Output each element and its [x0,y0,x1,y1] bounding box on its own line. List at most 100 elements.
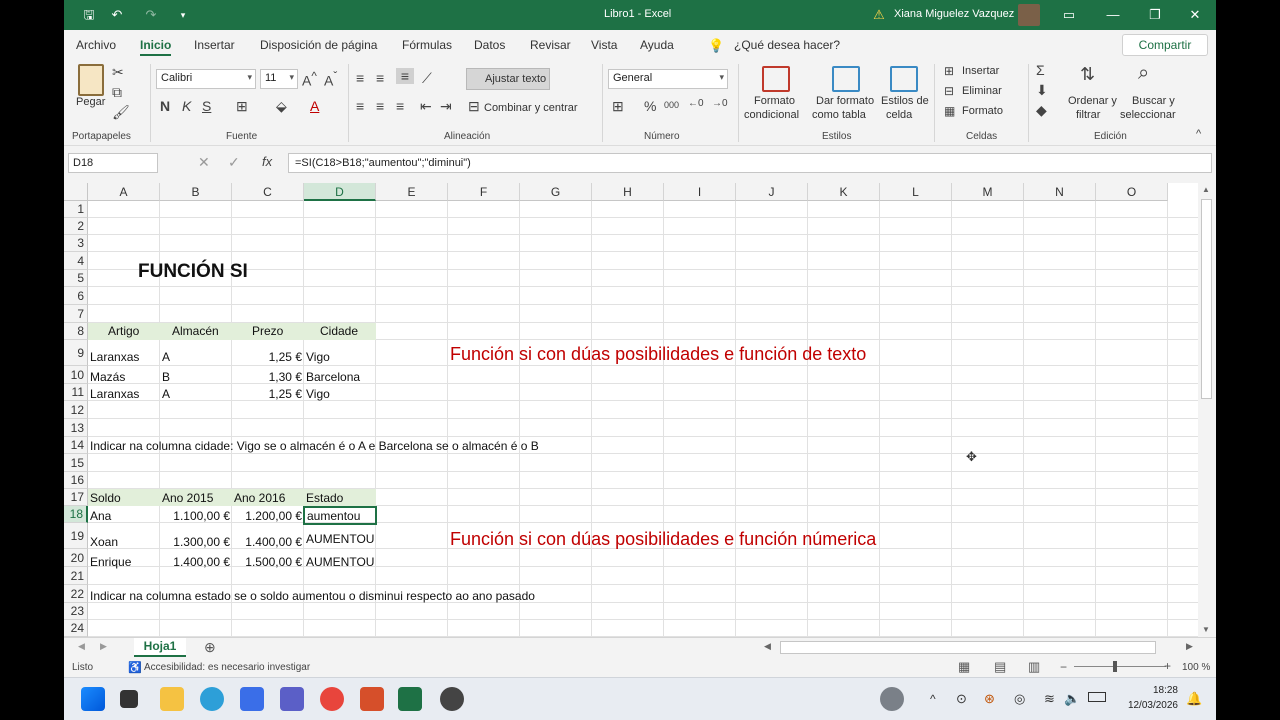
fill-icon[interactable]: ⬇ [1036,82,1048,99]
align-bottom-icon[interactable]: ≡ [396,68,414,84]
cell-c18[interactable]: 1.200,00 € [232,509,304,523]
row-header-23[interactable]: 23 [64,603,88,620]
row-header-19[interactable]: 19 [64,523,88,549]
cell-styles-icon[interactable] [890,66,918,92]
autosum-icon[interactable]: Σ [1036,62,1045,78]
cell-c19[interactable]: 1.400,00 € [232,535,304,549]
cell-d19[interactable]: AUMENTOU [304,532,376,546]
cell-d9[interactable]: Vigo [304,350,332,364]
merge-center-button[interactable]: Combinar y centrar [484,102,578,114]
minimize-icon[interactable]: — [1104,6,1122,24]
column-header-m[interactable]: M [952,183,1024,201]
accessibility-icon[interactable]: ♿ [128,661,142,674]
vertical-scrollbar[interactable]: ▲ ▼ [1198,183,1216,637]
tab-formulas[interactable]: Fórmulas [402,38,452,52]
cond-format-label-2[interactable]: condicional [744,109,799,121]
align-center-icon[interactable]: ≡ [376,98,384,114]
app-icon[interactable] [360,687,384,711]
store-icon[interactable] [240,687,264,711]
notification-icon[interactable]: 🔔 [1186,691,1202,707]
edge-icon[interactable] [200,687,224,711]
number-format-dropdown[interactable]: General [608,69,728,89]
column-header-b[interactable]: B [160,183,232,201]
format-cells-button[interactable]: Formato [962,105,1003,117]
cell-d11[interactable]: Vigo [304,387,332,401]
column-header-l[interactable]: L [880,183,952,201]
cell-c20[interactable]: 1.500,00 € [232,555,304,569]
cell-d17[interactable]: Estado [304,491,345,505]
add-sheet-icon[interactable]: ⊕ [204,639,216,656]
cell-a20[interactable]: Enrique [88,555,133,569]
scroll-down-icon[interactable]: ▼ [1202,625,1210,634]
cell-a11[interactable]: Laranxas [88,387,141,401]
excel-taskbar-icon[interactable] [398,687,422,711]
cell-b18[interactable]: 1.100,00 € [160,509,232,523]
copy-icon[interactable]: ⧉ [112,84,122,101]
cell-b9[interactable]: A [160,350,172,364]
tray-chevron-icon[interactable]: ^ [930,692,936,706]
row-header-13[interactable]: 13 [64,419,88,437]
accessibility-status[interactable]: Accesibilidad: es necesario investigar [144,662,310,673]
column-header-j[interactable]: J [736,183,808,201]
row-header-5[interactable]: 5 [64,270,88,287]
row-header-9[interactable]: 9 [64,340,88,366]
select-all-corner[interactable] [64,183,88,201]
currency-icon[interactable]: ⊞ [612,98,624,115]
column-header-o[interactable]: O [1096,183,1168,201]
find-label-2[interactable]: seleccionar [1120,109,1176,121]
tab-insertar[interactable]: Insertar [194,38,235,52]
zoom-out-icon[interactable]: − [1060,660,1067,674]
user-name[interactable]: Xiana Miguelez Vazquez [894,8,1014,20]
zoom-slider[interactable] [1074,666,1166,667]
cell-c9[interactable]: 1,25 € [232,350,304,364]
cell-a9[interactable]: Laranxas [88,350,141,364]
fill-color-icon[interactable]: ⬙ [276,98,287,115]
percent-icon[interactable]: % [644,98,656,114]
row-header-11[interactable]: 11 [64,384,88,401]
collapse-ribbon-icon[interactable]: ^ [1196,128,1201,140]
increase-font-icon[interactable]: A^ [302,70,317,89]
cell-c10[interactable]: 1,30 € [232,370,304,384]
worksheet-grid[interactable]: ABCDEFGHIJKLMNO 1 2 3 4 5 6 7 8 9 10 11 12 13 14 15 16 1… [64,183,1198,637]
cell-b8[interactable]: Almacén [170,324,221,338]
align-middle-icon[interactable]: ≡ [376,70,384,86]
table-format-label-2[interactable]: como tabla [812,109,866,121]
row-header-15[interactable]: 15 [64,454,88,472]
italic-button[interactable]: K [182,98,191,114]
conditional-format-icon[interactable] [762,66,790,92]
borders-icon[interactable]: ⊞ [236,98,248,115]
cell-d10[interactable]: Barcelona [304,370,362,384]
row-header-14[interactable]: 14 [64,437,88,454]
sheet-tab-hoja1[interactable]: Hoja1 [134,638,186,657]
delete-cells-button[interactable]: Eliminar [962,85,1002,97]
find-select-icon[interactable]: ⌕ [1138,62,1149,85]
insert-cells-button[interactable]: Insertar [962,65,999,77]
customize-toolbar-icon[interactable]: ▾ [174,6,192,24]
tab-datos[interactable]: Datos [474,38,505,52]
row-header-24[interactable]: 24 [64,620,88,637]
format-cells-icon[interactable]: ▦ [944,104,955,118]
redo-icon[interactable]: ↷ [142,6,160,24]
row-header-3[interactable]: 3 [64,235,88,252]
paste-label[interactable]: Pegar [76,96,105,108]
column-header-g[interactable]: G [520,183,592,201]
share-button[interactable]: Compartir [1122,34,1208,56]
cell-a17[interactable]: Soldo [88,491,123,505]
cell-b17[interactable]: Ano 2015 [160,491,215,505]
column-header-c[interactable]: C [232,183,304,201]
clear-icon[interactable]: ◆ [1036,102,1047,119]
cell-c11[interactable]: 1,25 € [232,387,304,401]
zoom-level[interactable]: 100 % [1182,662,1210,673]
increase-indent-icon[interactable]: ⇥ [440,98,452,115]
tab-archivo[interactable]: Archivo [76,38,116,52]
table-format-label-1[interactable]: Dar formato [816,95,874,107]
row-header-21[interactable]: 21 [64,567,88,585]
column-header-k[interactable]: K [808,183,880,201]
orientation-icon[interactable]: ⟋ [422,70,432,87]
hscroll-left-icon[interactable]: ◀ [764,641,771,652]
decrease-font-icon[interactable]: Aˇ [324,70,337,89]
start-icon[interactable] [81,687,105,711]
column-header-h[interactable]: H [592,183,664,201]
prev-sheet-icon[interactable]: ◀ [78,641,85,652]
cell-b11[interactable]: A [160,387,172,401]
